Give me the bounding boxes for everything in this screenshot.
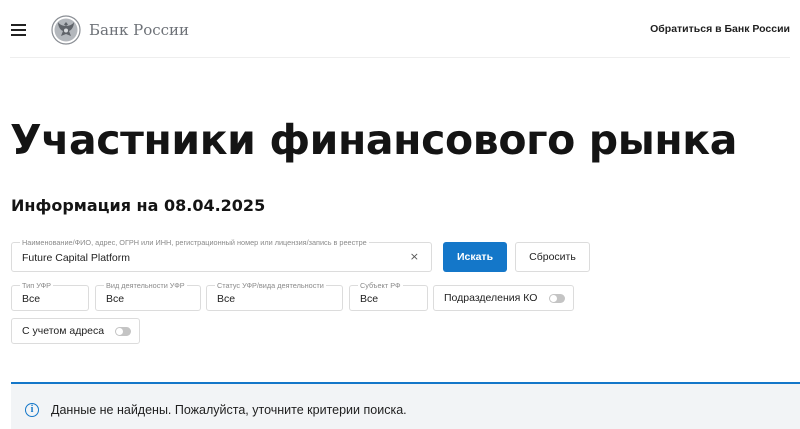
- filter-type-select[interactable]: Тип УФР Все: [11, 281, 89, 311]
- menu-icon-line: [11, 29, 26, 31]
- menu-icon-line: [11, 24, 26, 26]
- filter-type-value: Все: [22, 293, 41, 305]
- info-date-heading: Информация на 08.04.2025: [11, 196, 266, 215]
- filter-activity-select[interactable]: Вид деятельности УФР Все: [95, 281, 201, 311]
- search-input-label: Наименование/ФИО, адрес, ОГРН или ИНН, р…: [20, 238, 369, 247]
- contact-bank-link[interactable]: Обратиться в Банк России: [650, 23, 790, 35]
- filter-type-label: Тип УФР: [20, 281, 53, 290]
- filter-status-label: Статус УФР/вида деятельности: [215, 281, 326, 290]
- filter-status-value: Все: [217, 293, 236, 305]
- address-toggle-switch[interactable]: [115, 327, 131, 336]
- search-input-value: Future Capital Platform: [22, 252, 130, 264]
- logo-text: Банк России: [89, 21, 190, 39]
- filter-activity-value: Все: [106, 293, 125, 305]
- search-button[interactable]: Искать: [443, 242, 507, 272]
- filter-activity-label: Вид деятельности УФР: [104, 281, 187, 290]
- filter-status-select[interactable]: Статус УФР/вида деятельности Все: [206, 281, 343, 311]
- eagle-emblem-icon: [51, 15, 81, 45]
- filter-region-label: Субъект РФ: [358, 281, 403, 290]
- branches-toggle-switch[interactable]: [549, 294, 565, 303]
- site-header: Банк России Обратиться в Банк России: [0, 0, 800, 58]
- menu-icon-line: [11, 34, 26, 36]
- page-title: Участники финансового рынка: [10, 116, 737, 164]
- menu-icon[interactable]: [11, 24, 26, 36]
- branches-toggle-box[interactable]: Подразделения КО: [433, 285, 574, 311]
- search-input[interactable]: Наименование/ФИО, адрес, ОГРН или ИНН, р…: [11, 238, 432, 272]
- address-toggle-box[interactable]: С учетом адреса: [11, 318, 140, 344]
- info-icon: i: [25, 403, 39, 417]
- filter-region-select[interactable]: Субъект РФ Все: [349, 281, 428, 311]
- bank-logo[interactable]: Банк России: [51, 15, 189, 45]
- filter-region-value: Все: [360, 293, 379, 305]
- notice-text: Данные не найдены. Пожалуйста, уточните …: [51, 403, 407, 417]
- reset-button[interactable]: Сбросить: [515, 242, 590, 272]
- header-divider: [10, 57, 790, 58]
- clear-icon[interactable]: ×: [410, 250, 419, 263]
- branches-toggle-label: Подразделения КО: [444, 292, 538, 304]
- no-results-notice: i Данные не найдены. Пожалуйста, уточнит…: [11, 382, 800, 429]
- address-toggle-label: С учетом адреса: [22, 325, 105, 337]
